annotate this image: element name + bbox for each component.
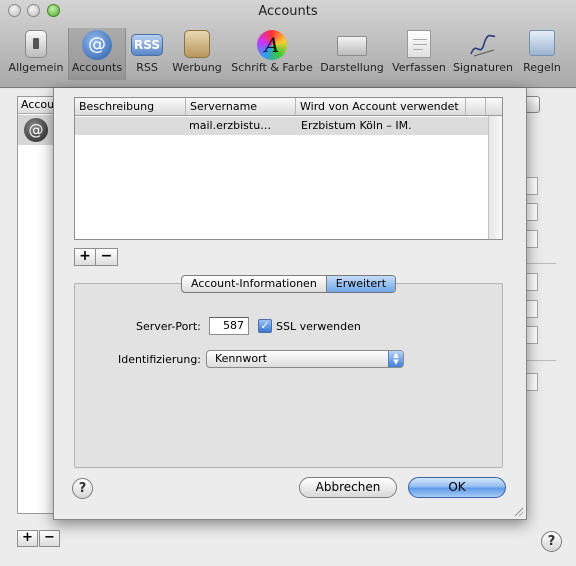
background-field [526, 203, 538, 221]
column-header-server[interactable]: Servername [186, 98, 296, 115]
authentication-value: Kennwort [215, 352, 267, 365]
toolbar-item-schrift-farbe[interactable]: A Schrift & Farbe [230, 28, 314, 80]
toolbar-item-allgemein[interactable]: Allgemein [6, 28, 66, 80]
toolbar-item-accounts[interactable]: @ Accounts [68, 28, 126, 80]
font-color-icon: A [257, 30, 287, 60]
cell-server: mail.erzbistu… [189, 119, 272, 132]
switch-icon [25, 30, 47, 58]
toolbar-item-regeln[interactable]: Regeln [520, 28, 564, 80]
background-field [526, 230, 538, 248]
junk-mail-icon [184, 30, 210, 58]
rss-icon: RSS [131, 34, 163, 56]
server-port-field[interactable]: 587 [209, 317, 249, 335]
background-divider [526, 360, 556, 361]
table-header: Beschreibung Servername Wird von Account… [75, 98, 502, 116]
sheet-help-button[interactable]: ? [72, 478, 93, 499]
toolbar-item-darstellung[interactable]: Darstellung [318, 28, 386, 80]
background-field [526, 273, 538, 291]
smtp-server-table[interactable]: Beschreibung Servername Wird von Account… [74, 97, 503, 240]
compose-icon [407, 30, 431, 58]
window-title: Accounts [258, 4, 318, 19]
table-row[interactable]: mail.erzbistu… Erzbistum Köln – IM. [75, 117, 488, 135]
ssl-label[interactable]: SSL verwenden [276, 320, 361, 333]
server-port-label: Server-Port: [136, 320, 201, 333]
tab-account-informationen[interactable]: Account-Informationen [182, 276, 327, 292]
authentication-label: Identifizierung: [118, 353, 202, 366]
table-button-group: + − [74, 248, 118, 266]
column-header-used-by[interactable]: Wird von Account verwendet [296, 98, 466, 115]
toolbar-item-signaturen[interactable]: Signaturen [452, 28, 514, 80]
ok-button[interactable]: OK [408, 477, 506, 498]
add-server-button[interactable]: + [75, 249, 96, 265]
toolbar-item-verfassen[interactable]: Verfassen [390, 28, 448, 80]
account-at-icon: @ [24, 118, 48, 142]
column-header-description[interactable]: Beschreibung [75, 98, 186, 115]
toolbar-item-werbung[interactable]: Werbung [170, 28, 224, 80]
window-titlebar: Accounts Allgemein @ Accounts RSS RSS We… [0, 0, 576, 88]
server-settings-group [74, 283, 503, 468]
at-icon: @ [82, 30, 112, 60]
help-button[interactable]: ? [541, 531, 562, 552]
authentication-popup[interactable]: Kennwort ▲ ▼ [206, 350, 404, 368]
cell-used-by: Erzbistum Köln – IM. [301, 119, 412, 132]
background-field [526, 373, 538, 391]
resize-grip-icon[interactable] [513, 506, 523, 516]
background-divider [526, 263, 556, 264]
table-scrollbar[interactable] [488, 116, 502, 239]
background-field [526, 300, 538, 318]
remove-account-button[interactable]: − [39, 530, 60, 547]
background-field [526, 177, 538, 195]
signature-icon [468, 30, 498, 60]
popup-arrows-icon: ▲ ▼ [388, 351, 403, 367]
settings-tabs: Account-Informationen Erweitert [181, 275, 397, 293]
remove-server-button[interactable]: − [96, 249, 117, 265]
viewing-icon [337, 36, 367, 56]
toolbar-item-rss[interactable]: RSS RSS [130, 28, 164, 80]
cell-description [79, 117, 182, 135]
tab-erweitert[interactable]: Erweitert [326, 276, 396, 292]
background-field [526, 326, 538, 344]
add-account-button[interactable]: + [17, 530, 38, 547]
rules-icon [529, 30, 555, 56]
column-header-empty [466, 98, 486, 115]
ssl-checkbox[interactable]: ✓ [258, 319, 272, 333]
smtp-server-sheet: Beschreibung Servername Wird von Account… [53, 88, 527, 520]
cancel-button[interactable]: Abbrechen [299, 477, 397, 498]
